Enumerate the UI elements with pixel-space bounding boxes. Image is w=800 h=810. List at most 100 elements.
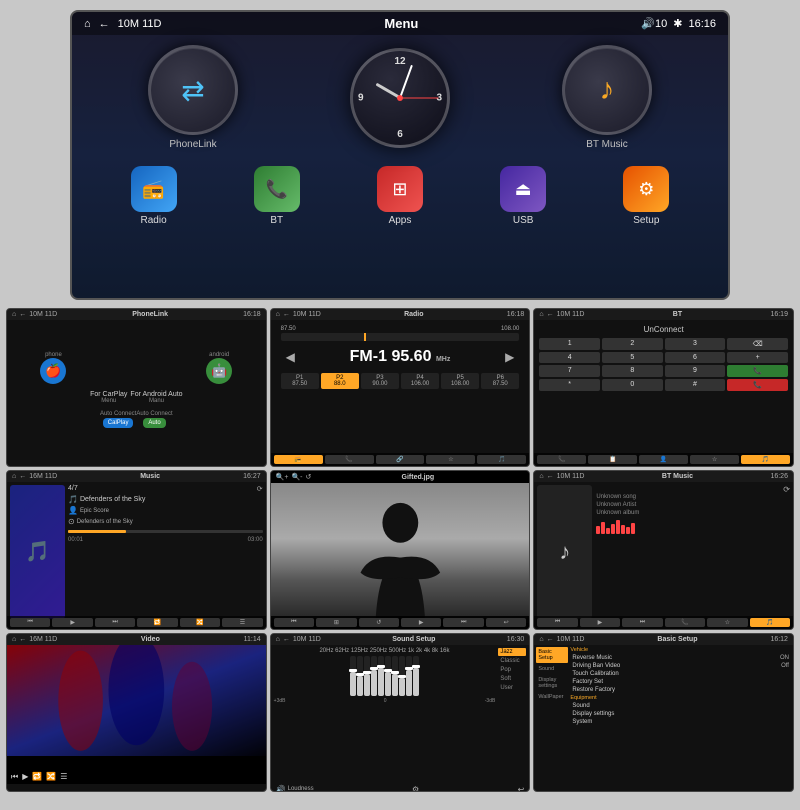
btmusic-app[interactable]: ♪ xyxy=(562,45,652,135)
shuffle-icon[interactable]: ⟳ xyxy=(257,485,263,493)
bt-music-btn[interactable]: 🎵 xyxy=(741,455,790,464)
setup-sound[interactable]: Sound xyxy=(570,702,791,710)
music-list-btn[interactable]: ☰ xyxy=(222,618,262,627)
bt-contacts-btn[interactable]: 👤 xyxy=(639,455,688,464)
sound-back-icon[interactable]: ↩ xyxy=(518,785,525,792)
bt-recent-btn[interactable]: 📋 xyxy=(588,455,637,464)
img-zoom-out[interactable]: 🔍- xyxy=(291,473,302,481)
btm-next-btn[interactable]: ⏭ xyxy=(622,618,662,627)
eq-slider-1[interactable] xyxy=(350,656,356,696)
setup-icon[interactable]: ⚙ xyxy=(623,166,669,212)
pl-home-icon[interactable]: ⌂ xyxy=(12,311,16,318)
key-plus[interactable]: + xyxy=(727,352,788,363)
radio-back-icon[interactable]: ← xyxy=(283,311,290,318)
bt-back-icon[interactable]: ← xyxy=(547,311,554,318)
img-play-btn[interactable]: ▶ xyxy=(401,618,441,627)
btm-play-btn[interactable]: ▶ xyxy=(580,618,620,627)
preset-user[interactable]: User xyxy=(498,684,526,692)
eq-slider-5[interactable] xyxy=(378,656,384,696)
nav-basic-setup[interactable]: Basic Setup xyxy=(536,647,568,663)
back-icon[interactable]: ← xyxy=(99,18,110,30)
preset-2[interactable]: P288.0 xyxy=(321,373,359,389)
key-del[interactable]: ⌫ xyxy=(727,338,788,350)
vid-list-btn[interactable]: ☰ xyxy=(60,772,67,781)
btm-prev-btn[interactable]: ⏮ xyxy=(537,618,577,627)
key-call[interactable]: 📞 xyxy=(727,365,788,377)
key-2[interactable]: 2 xyxy=(602,338,663,350)
apps-app-item[interactable]: ⊞ Apps xyxy=(377,166,423,226)
img-zoom-btn[interactable]: ⊞ xyxy=(316,618,356,627)
setup-back-icon[interactable]: ← xyxy=(547,636,554,643)
preset-classic[interactable]: Classic xyxy=(498,657,526,665)
preset-3[interactable]: P390.00 xyxy=(361,373,399,389)
music-next-btn[interactable]: ⏭ xyxy=(95,618,135,627)
key-5[interactable]: 5 xyxy=(602,352,663,363)
btm-btmusic-btn[interactable]: 🎵 xyxy=(750,618,790,627)
key-6[interactable]: 6 xyxy=(665,352,726,363)
android-icon[interactable]: 🤖 xyxy=(206,358,232,384)
img-return-btn[interactable]: ↩ xyxy=(486,618,526,627)
btm-shuffle[interactable]: ⟳ xyxy=(783,485,790,494)
radio-bt-btn[interactable]: 🎵 xyxy=(477,455,526,464)
calplay-btn[interactable]: CalPlay xyxy=(103,418,134,428)
vid-prev-btn[interactable]: ⏮ xyxy=(11,772,18,782)
btm-dial-btn[interactable]: 📞 xyxy=(665,618,705,627)
radio-connect-btn[interactable]: 🔗 xyxy=(376,455,425,464)
btm-home-icon[interactable]: ⌂ xyxy=(539,473,543,480)
preset-1[interactable]: P187.50 xyxy=(281,373,319,389)
key-hash[interactable]: # xyxy=(665,379,726,391)
eq-slider-3[interactable] xyxy=(364,656,370,696)
preset-5[interactable]: P5108.00 xyxy=(441,373,479,389)
phonelink-app[interactable]: ⇄ xyxy=(148,45,238,135)
preset-soft[interactable]: Soft xyxy=(498,675,526,683)
home-icon[interactable]: ⌂ xyxy=(84,18,91,30)
nav-wallpaper[interactable]: WallPaper xyxy=(536,692,568,702)
radio-home-icon[interactable]: ⌂ xyxy=(276,311,280,318)
music-prev-btn[interactable]: ⏮ xyxy=(10,618,50,627)
preset-jazz[interactable]: Jazz xyxy=(498,648,526,656)
music-repeat-btn[interactable]: 🔁 xyxy=(137,618,177,627)
snd-home-icon[interactable]: ⌂ xyxy=(276,636,280,643)
key-endcall[interactable]: 📞 xyxy=(727,379,788,391)
key-7[interactable]: 7 xyxy=(539,365,600,377)
bt-dial-btn[interactable]: 📞 xyxy=(537,455,586,464)
setup-reverse-music[interactable]: Reverse Music ON xyxy=(570,654,791,662)
carplay-icon[interactable]: 🍎 xyxy=(40,358,66,384)
img-rotate-btn[interactable]: ↺ xyxy=(359,618,399,627)
setup-restore[interactable]: Restore Factory xyxy=(570,686,791,694)
radio-dial-btn[interactable]: 📻 xyxy=(274,455,323,464)
music-home-icon[interactable]: ⌂ xyxy=(12,473,16,480)
vid-back-icon[interactable]: ← xyxy=(19,636,26,643)
img-zoom-in[interactable]: 🔍+ xyxy=(276,473,289,481)
bt-icon[interactable]: 📞 xyxy=(254,166,300,212)
btm-back-icon[interactable]: ← xyxy=(547,473,554,480)
vid-repeat-btn[interactable]: 🔁 xyxy=(32,772,42,781)
img-next-btn[interactable]: ⏭ xyxy=(443,618,483,627)
img-rotate[interactable]: ↺ xyxy=(306,473,312,481)
preset-pop[interactable]: Pop xyxy=(498,666,526,674)
key-1[interactable]: 1 xyxy=(539,338,600,350)
usb-icon[interactable]: ⏏ xyxy=(500,166,546,212)
bt-home-icon[interactable]: ⌂ xyxy=(539,311,543,318)
eq-slider-8[interactable] xyxy=(399,656,405,696)
setup-touch-cal[interactable]: Touch Calibration xyxy=(570,670,791,678)
radio-app-item[interactable]: 📻 Radio xyxy=(131,166,177,226)
vid-play-btn[interactable]: ▶ xyxy=(22,772,28,781)
img-prev-btn[interactable]: ⏮ xyxy=(274,618,314,627)
eq-slider-9[interactable] xyxy=(406,656,412,696)
key-9[interactable]: 9 xyxy=(665,365,726,377)
radio-call-btn[interactable]: 📞 xyxy=(325,455,374,464)
vid-random-btn[interactable]: 🔀 xyxy=(46,772,56,781)
nav-display[interactable]: Display settings xyxy=(536,675,568,691)
eq-slider-2[interactable] xyxy=(357,656,363,696)
preset-6[interactable]: P687.50 xyxy=(481,373,519,389)
auto-btn[interactable]: Auto xyxy=(143,418,165,428)
eq-slider-6[interactable] xyxy=(385,656,391,696)
pl-back-icon[interactable]: ← xyxy=(19,311,26,318)
preset-4[interactable]: P4106.00 xyxy=(401,373,439,389)
setup-system[interactable]: System xyxy=(570,718,791,726)
bt-app-item[interactable]: 📞 BT xyxy=(254,166,300,226)
setup-driving-ban[interactable]: Driving Ban Video Off xyxy=(570,662,791,670)
sound-settings-icon[interactable]: ⚙ xyxy=(412,785,419,792)
radio-fav-btn[interactable]: ☆ xyxy=(426,455,475,464)
